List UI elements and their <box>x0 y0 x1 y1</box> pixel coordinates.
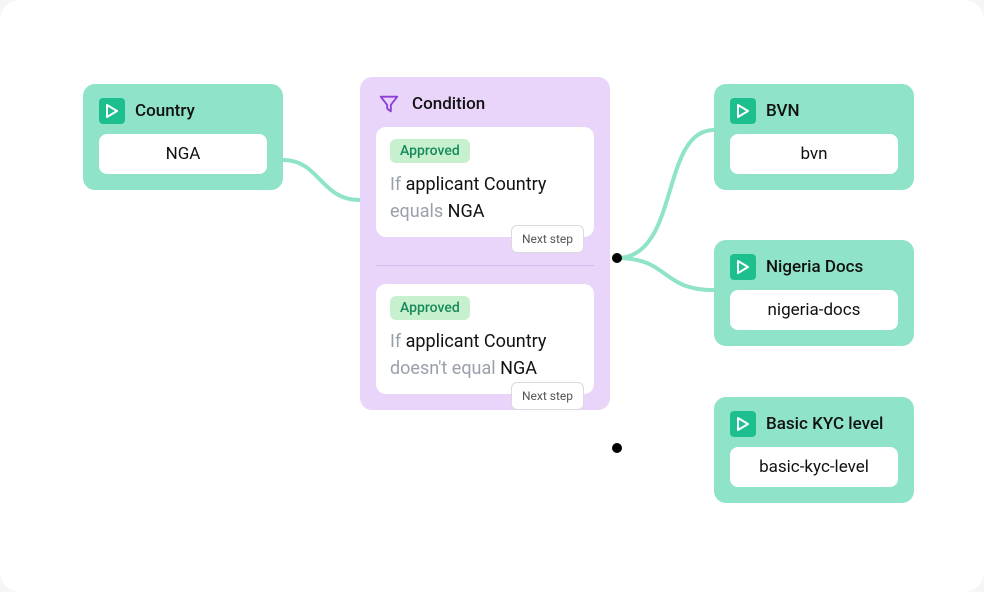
play-icon <box>730 411 756 437</box>
status-badge: Approved <box>390 296 470 320</box>
output-node-nigeria-docs[interactable]: Nigeria Docs nigeria-docs <box>714 240 914 346</box>
play-icon <box>730 98 756 124</box>
play-icon <box>99 98 125 124</box>
node-title: Condition <box>412 94 485 114</box>
value-box: basic-kyc-level <box>730 447 898 487</box>
node-header: Nigeria Docs <box>730 254 898 280</box>
value-box: bvn <box>730 134 898 174</box>
output-node-basic-kyc[interactable]: Basic KYC level basic-kyc-level <box>714 397 914 503</box>
port-dot <box>612 253 622 263</box>
input-node-country[interactable]: Country NGA <box>83 84 283 190</box>
status-badge: Approved <box>390 139 470 163</box>
output-node-bvn[interactable]: BVN bvn <box>714 84 914 190</box>
next-step-button[interactable]: Next step <box>511 225 584 253</box>
play-icon <box>730 254 756 280</box>
node-title: BVN <box>766 101 800 121</box>
divider <box>376 265 594 266</box>
rule-card: Approved If applicant Country doesn't eq… <box>376 284 594 394</box>
condition-node[interactable]: Condition Approved If applicant Country … <box>360 77 610 410</box>
next-step-button[interactable]: Next step <box>511 382 584 410</box>
rule-text: If applicant Country equals NGA <box>390 171 580 225</box>
node-title: Country <box>135 101 195 121</box>
node-title: Basic KYC level <box>766 414 883 434</box>
node-header: Condition <box>376 91 594 117</box>
rule-text: If applicant Country doesn't equal NGA <box>390 328 580 382</box>
node-header: Country <box>99 98 267 124</box>
node-header: BVN <box>730 98 898 124</box>
port-dot <box>612 443 622 453</box>
funnel-icon <box>376 91 402 117</box>
value-box: NGA <box>99 134 267 174</box>
workflow-canvas: Country NGA Condition Approved If applic… <box>0 0 984 592</box>
value-box: nigeria-docs <box>730 290 898 330</box>
node-header: Basic KYC level <box>730 411 898 437</box>
rule-card: Approved If applicant Country equals NGA… <box>376 127 594 237</box>
node-title: Nigeria Docs <box>766 257 863 277</box>
